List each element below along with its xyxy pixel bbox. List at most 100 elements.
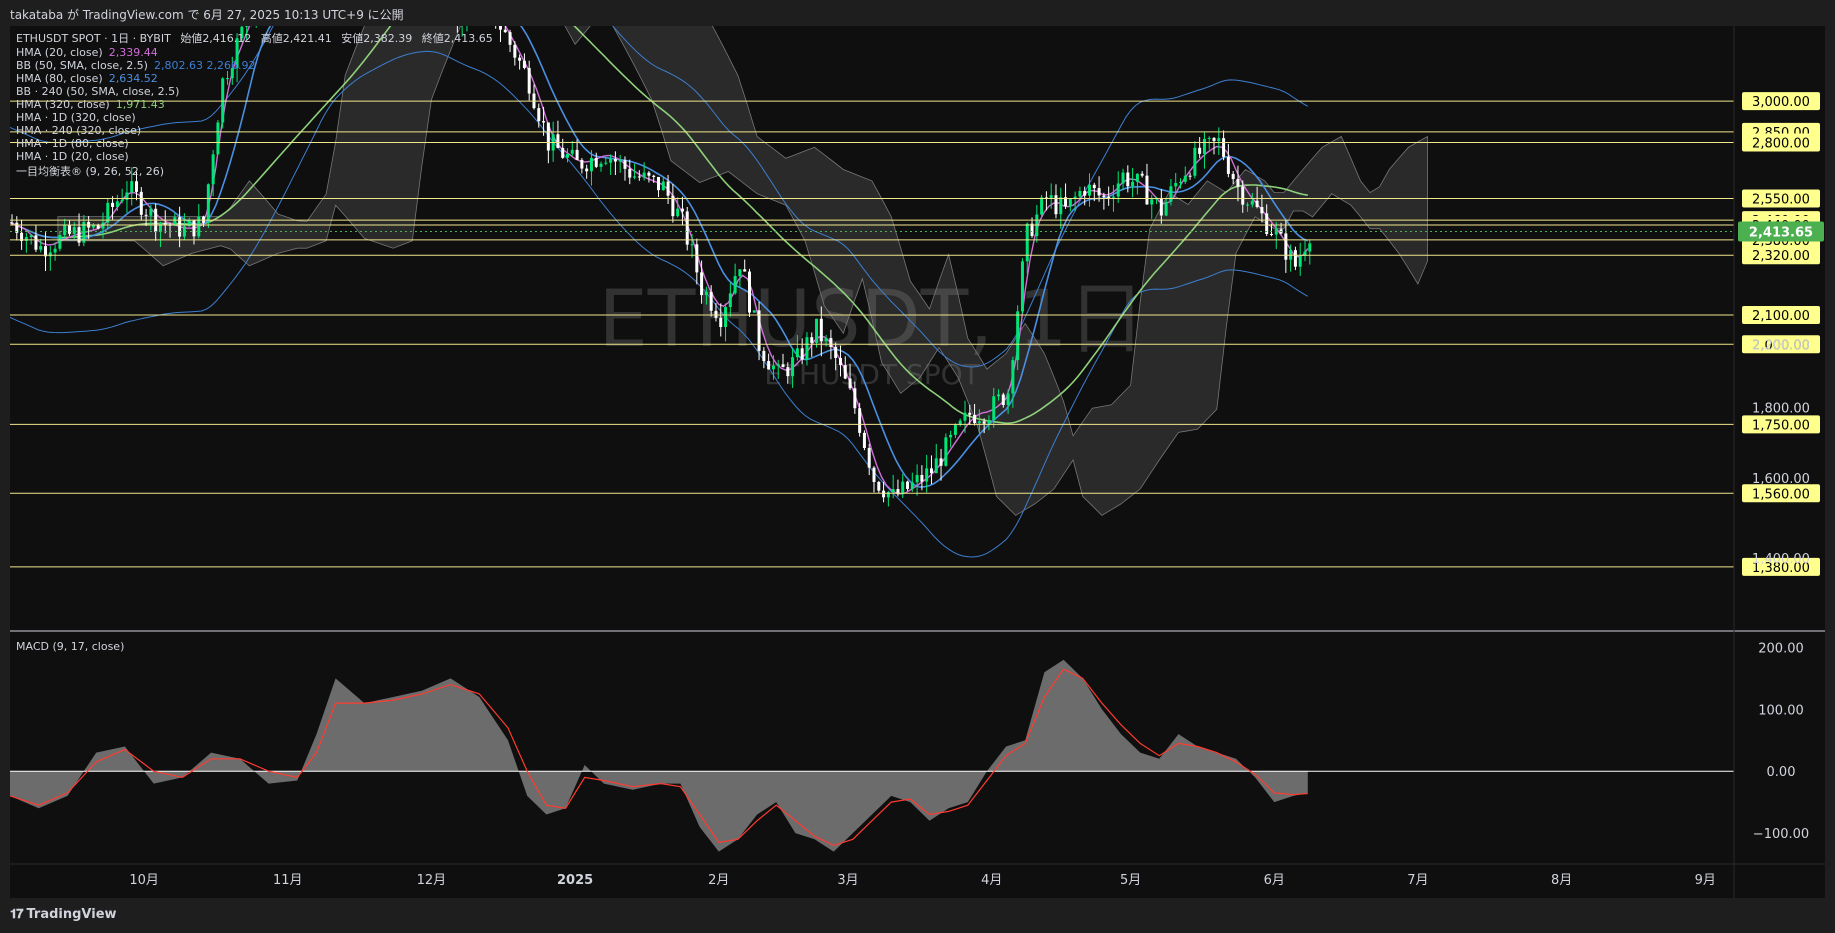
candle-body bbox=[934, 458, 938, 474]
candle-body bbox=[1049, 195, 1053, 199]
legend-indicator: HMA (20, close) 2,339.44 bbox=[16, 46, 493, 59]
candle-body bbox=[987, 419, 991, 424]
candle-body bbox=[135, 181, 139, 192]
candle-body bbox=[613, 159, 617, 162]
candle-body bbox=[992, 396, 996, 420]
macd-legend: MACD (9, 17, close) bbox=[16, 640, 124, 653]
candle-body bbox=[101, 222, 105, 229]
price-axis[interactable]: 3,000.002,850.002,800.002,550.002,460.00… bbox=[1738, 92, 1824, 576]
time-tick-label: 2月 bbox=[708, 873, 729, 888]
candle-body bbox=[853, 388, 857, 409]
candle-body bbox=[997, 394, 1001, 397]
legend-low-label: 安値 bbox=[341, 32, 364, 45]
time-tick-label: 4月 bbox=[981, 873, 1002, 888]
candle-body bbox=[776, 364, 780, 366]
candle-body bbox=[771, 365, 775, 370]
legend-indicator: HMA (80, close) 2,634.52 bbox=[16, 72, 493, 85]
candle-body bbox=[724, 306, 728, 328]
candle-body bbox=[815, 318, 819, 343]
candle-body bbox=[977, 421, 981, 424]
candle-body bbox=[757, 310, 761, 351]
candle-body bbox=[939, 458, 943, 466]
level-label: 1,750.00 bbox=[1752, 418, 1810, 433]
candle-body bbox=[747, 271, 751, 313]
candle-body bbox=[498, 26, 502, 30]
candle-body bbox=[695, 244, 699, 273]
candle-body bbox=[657, 176, 660, 191]
legend-indicator: HMA · 1D (20, close) bbox=[16, 150, 493, 163]
candle-body bbox=[752, 310, 756, 313]
level-label: 2,550.00 bbox=[1752, 193, 1810, 208]
candle-body bbox=[546, 122, 550, 151]
candle-body bbox=[1207, 137, 1211, 139]
candle-body bbox=[1126, 172, 1130, 187]
candle-body bbox=[1150, 199, 1154, 205]
candle-body bbox=[570, 149, 574, 154]
legend-indicator-label: BB · 240 (50, SMA, close, 2.5) bbox=[16, 85, 180, 98]
price-tick-label: 2,200.00 bbox=[1752, 338, 1810, 353]
legend-symbol-title: ETHUSDT SPOT · 1日 · BYBIT bbox=[16, 32, 171, 45]
legend-indicator-label: HMA · 1D (80, close) bbox=[16, 137, 129, 150]
time-tick-label: 10月 bbox=[129, 873, 159, 888]
price-tick-label: 1,600.00 bbox=[1752, 472, 1810, 487]
candle-body bbox=[1140, 173, 1144, 176]
candle-body bbox=[1131, 181, 1135, 187]
time-tick-label: 3月 bbox=[837, 873, 858, 888]
candle-body bbox=[144, 214, 148, 216]
candle-body bbox=[1231, 173, 1235, 180]
candle-body bbox=[1016, 311, 1020, 361]
level-label: 2,100.00 bbox=[1752, 309, 1810, 324]
candle-body bbox=[767, 361, 771, 370]
legend-close-value: 2,413.65 bbox=[443, 32, 493, 45]
candle-body bbox=[762, 350, 766, 362]
candle-body bbox=[1020, 261, 1024, 312]
candle-body bbox=[1174, 182, 1178, 187]
candle-body bbox=[1241, 186, 1245, 205]
candle-body bbox=[1226, 156, 1230, 174]
candle-body bbox=[882, 490, 886, 498]
candle-body bbox=[1246, 204, 1250, 206]
legend-indicator: BB (50, SMA, close, 2.5) 2,802.63 2,266.9… bbox=[16, 59, 493, 72]
candle-body bbox=[915, 474, 919, 483]
time-tick-label: 11月 bbox=[273, 873, 303, 888]
candle-body bbox=[623, 160, 627, 169]
candle-body bbox=[642, 172, 646, 178]
legend-high-value: 2,421.41 bbox=[282, 32, 332, 45]
candle-body bbox=[163, 223, 167, 225]
candle-body bbox=[877, 481, 881, 491]
candle-body bbox=[29, 235, 33, 238]
candle-body bbox=[800, 348, 804, 360]
chart-area[interactable]: ETHUSDT, 1日 ETHUSDT SPOT 3,000.00 2,850.0… bbox=[10, 26, 1825, 898]
candle-body bbox=[1159, 198, 1163, 216]
candle-body bbox=[906, 481, 910, 489]
legend-indicator-label: HMA · 1D (320, close) bbox=[16, 111, 136, 124]
legend-indicator-value: 1,971.43 bbox=[115, 98, 165, 111]
candle-body bbox=[63, 225, 67, 235]
time-axis[interactable]: 10月 11月 12月 2025 2月 3月 4月 5月 6月 7月 8月 9月 bbox=[129, 873, 1716, 888]
legend-indicator-value: 2,802.63 2,266.92 bbox=[153, 59, 256, 72]
legend-indicator: BB · 240 (50, SMA, close, 2.5) bbox=[16, 85, 493, 98]
legend-indicator: HMA · 240 (320, close) bbox=[16, 124, 493, 137]
candle-body bbox=[973, 414, 977, 424]
candle-body bbox=[690, 244, 694, 246]
publish-info: takataba が TradingView.com で 6月 27, 2025… bbox=[10, 8, 404, 22]
candle-body bbox=[34, 235, 38, 250]
candle-body bbox=[805, 337, 809, 360]
price-tick-label: 1,400.00 bbox=[1752, 552, 1810, 567]
candle-body bbox=[139, 191, 143, 215]
legend-indicator: 一目均衡表® (9, 26, 52, 26) bbox=[16, 163, 493, 179]
candle-body bbox=[862, 432, 866, 448]
candle-body bbox=[1088, 184, 1091, 196]
candle-body bbox=[700, 272, 704, 296]
price-tick-label: 1,800.00 bbox=[1752, 401, 1810, 416]
candle-body bbox=[1078, 191, 1082, 197]
macd-axis[interactable]: 200.00 100.00 0.00 −100.00 bbox=[1753, 641, 1809, 842]
legend-indicator-value: 2,339.44 bbox=[108, 46, 158, 59]
legend-low-value: 2,382.39 bbox=[363, 32, 413, 45]
candle-body bbox=[728, 293, 732, 307]
candle-body bbox=[537, 108, 541, 122]
candle-body bbox=[1164, 201, 1168, 216]
legend-indicator-label: HMA · 240 (320, close) bbox=[16, 124, 142, 137]
candle-body bbox=[1250, 200, 1254, 205]
macd-pane[interactable] bbox=[10, 659, 1734, 852]
